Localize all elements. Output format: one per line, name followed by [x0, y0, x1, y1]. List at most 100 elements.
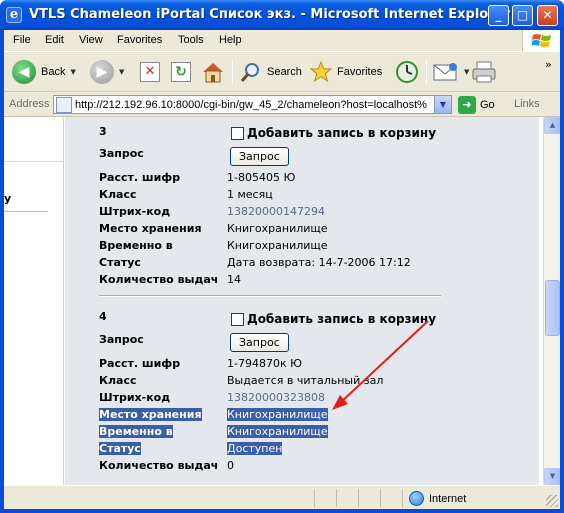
field-row-temp-location: Временно в Книгохранилище	[99, 425, 328, 438]
menu-bar: File Edit View Favorites Tools Help	[4, 30, 560, 52]
title-bar[interactable]: e VTLS Chameleon iPortal Список экз. - M…	[0, 0, 564, 30]
field-row-status: Статус Дата возврата: 14-7-2006 17:12	[99, 256, 411, 269]
menu-help[interactable]: Help	[219, 34, 242, 46]
field-label: Класс	[99, 188, 137, 201]
barcode-link[interactable]: 13820000147294	[227, 205, 325, 218]
links-button[interactable]: Links	[514, 98, 540, 110]
favorites-button[interactable]: Favorites	[310, 58, 382, 86]
request-button[interactable]: Запрос	[230, 147, 289, 166]
menu-edit[interactable]: Edit	[45, 34, 64, 46]
page-viewport: у 3 Добавить запись в корзину Запрос Зап…	[4, 117, 560, 485]
add-to-basket[interactable]: Добавить запись в корзину	[231, 312, 436, 326]
standard-toolbar: ◀ Back ▼ ▶ ▼ ✕ ↻ Search Favorites ▼ »	[4, 52, 560, 92]
home-icon	[203, 63, 223, 83]
field-value: 0	[227, 459, 234, 472]
go-button[interactable]: ➜ Go	[458, 96, 495, 114]
mail-dropdown-icon[interactable]: ▼	[464, 68, 469, 76]
basket-checkbox[interactable]	[231, 126, 244, 140]
back-dropdown-icon[interactable]: ▼	[70, 68, 75, 76]
field-label-selected: Временно в	[99, 425, 173, 438]
basket-label: Добавить запись в корзину	[247, 312, 437, 326]
record-number: 3	[99, 125, 107, 138]
favorites-label: Favorites	[337, 66, 383, 78]
field-label: Штрих-код	[99, 205, 171, 218]
menu-file[interactable]: File	[13, 34, 31, 46]
resize-grip-icon[interactable]	[546, 495, 558, 507]
field-label-selected: Место хранения	[99, 408, 202, 421]
field-row-call-number: Расст. шифр 1-805405 Ю	[99, 171, 295, 184]
refresh-button[interactable]: ↻	[171, 58, 191, 86]
toolbar-overflow-icon[interactable]: »	[545, 58, 552, 71]
close-button[interactable]: ✕	[537, 5, 558, 26]
zone-label: Internet	[429, 492, 467, 505]
field-row-class: Класс 1 месяц	[99, 188, 273, 201]
basket-label: Добавить запись в корзину	[247, 126, 437, 140]
field-label-selected: Статус	[99, 442, 141, 455]
address-label: Address	[9, 98, 50, 110]
print-button[interactable]	[472, 58, 496, 86]
menu-favorites[interactable]: Favorites	[117, 34, 162, 46]
go-label: Go	[480, 99, 495, 111]
field-label: Временно в	[99, 239, 173, 252]
basket-checkbox[interactable]	[231, 312, 244, 326]
refresh-icon: ↻	[171, 62, 191, 82]
add-to-basket[interactable]: Добавить запись в корзину	[231, 126, 436, 140]
barcode-link[interactable]: 13820000323808	[227, 391, 325, 404]
back-arrow-icon: ◀	[12, 60, 36, 84]
printer-icon	[472, 61, 496, 83]
menu-tools[interactable]: Tools	[178, 34, 204, 46]
forward-dropdown-icon[interactable]: ▼	[119, 68, 124, 76]
home-button[interactable]	[201, 58, 225, 86]
field-row-location: Место хранения Книгохранилище	[99, 222, 328, 235]
minimize-button[interactable]: _	[488, 5, 509, 26]
window-title: VTLS Chameleon iPortal Список экз. - Mic…	[29, 7, 510, 22]
go-arrow-icon: ➜	[458, 96, 476, 114]
field-value-selected: Книгохранилище	[227, 425, 328, 438]
left-text-fragment: у	[4, 192, 12, 205]
field-row-call-number: Расст. шифр 1-794870к Ю	[99, 357, 302, 370]
field-label: Количество выдач	[99, 459, 219, 472]
field-value: 1-805405 Ю	[227, 171, 296, 184]
field-row-barcode: Штрих-код 13820000147294	[99, 205, 325, 218]
history-button[interactable]	[395, 58, 419, 86]
request-label: Запрос	[99, 333, 144, 346]
scroll-up-arrow-icon[interactable]: ▲	[544, 117, 560, 134]
search-button[interactable]: Search	[240, 58, 302, 86]
maximize-button[interactable]: □	[512, 5, 533, 26]
field-row-location: Место хранения Книгохранилище	[99, 408, 328, 421]
field-value-selected: Книгохранилище	[227, 408, 328, 421]
field-label: Класс	[99, 374, 137, 387]
back-label: Back	[41, 66, 66, 78]
field-row-status: Статус Доступен	[99, 442, 283, 455]
request-button[interactable]: Запрос	[230, 333, 289, 352]
request-row: Запрос	[99, 147, 227, 160]
field-value: Книгохранилище	[227, 239, 328, 252]
field-label: Штрих-код	[99, 391, 171, 404]
scroll-down-arrow-icon[interactable]: ▼	[544, 468, 560, 485]
address-field[interactable]: ▼	[53, 95, 452, 114]
field-row-temp-location: Временно в Книгохранилище	[99, 239, 328, 252]
stop-icon: ✕	[140, 62, 160, 82]
field-label: Статус	[99, 256, 141, 269]
left-frame: у	[4, 117, 64, 485]
left-divider	[4, 211, 48, 212]
star-icon	[310, 61, 332, 83]
forward-arrow-icon: ▶	[90, 60, 114, 84]
mail-icon	[433, 63, 457, 81]
windows-logo-icon	[522, 30, 560, 52]
field-value: 14	[227, 273, 241, 286]
forward-button[interactable]: ▶ ▼	[90, 58, 124, 86]
field-label: Место хранения	[99, 222, 202, 235]
stop-button[interactable]: ✕	[140, 58, 160, 86]
field-value-selected: Доступен	[227, 442, 283, 455]
vertical-scrollbar[interactable]: ▲ ▼	[543, 117, 560, 485]
mail-button[interactable]: ▼	[433, 58, 469, 86]
ie-icon: e	[6, 7, 22, 23]
back-button[interactable]: ◀ Back ▼	[12, 58, 76, 86]
field-value: 1-794870к Ю	[227, 357, 302, 370]
address-dropdown-icon[interactable]: ▼	[434, 96, 451, 113]
menu-view[interactable]: View	[79, 34, 103, 46]
field-row-class: Класс Выдается в читальный зал	[99, 374, 383, 387]
scroll-thumb[interactable]	[545, 280, 560, 336]
url-input[interactable]	[75, 98, 435, 111]
